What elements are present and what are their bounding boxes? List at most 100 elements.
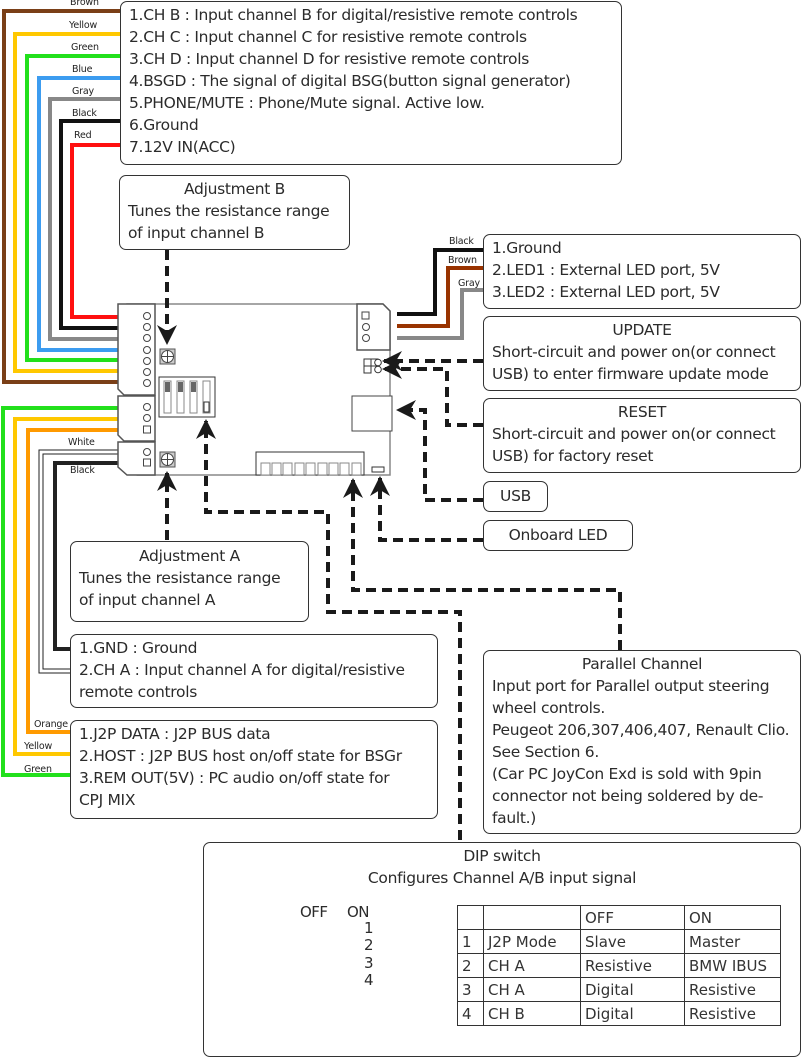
onboard-led <box>371 466 385 473</box>
dip-table-row: 4 CH B Digital Resistive <box>457 1001 781 1026</box>
dip-table-row: 3 CH A Digital Resistive <box>457 977 781 1002</box>
main-connector-line-7: 7.12V IN(ACC) <box>129 138 236 156</box>
dip-table-cell: Resistive <box>684 1001 781 1026</box>
parallel-line-3: Peugeot 206,307,406,407, Renault Clio. <box>492 721 790 739</box>
channel-a-line-2: 2.CH A : Input channel A for digital/res… <box>79 661 405 679</box>
wire-label-led-black: Black <box>449 236 474 247</box>
dip-switch-title: DIP switch <box>463 847 541 865</box>
dip-table-cell: J2P Mode <box>483 929 581 954</box>
dip-table-cell: 1 <box>457 929 484 954</box>
j2p-connector-box: 1.J2P DATA : J2P BUS data 2.HOST : J2P B… <box>70 720 438 819</box>
reset-box: RESET Short-circuit and power on(or conn… <box>483 398 801 473</box>
parallel-channel-box: Parallel Channel Input port for Parallel… <box>483 650 801 834</box>
main-connector-line-5: 5.PHONE/MUTE : Phone/Mute signal. Active… <box>129 94 485 112</box>
wire-label-red: Red <box>74 130 92 141</box>
led-connector-line-3: 3.LED2 : External LED port, 5V <box>492 283 720 301</box>
parallel-header <box>255 451 365 476</box>
leader-reset <box>382 359 483 427</box>
wire-label-orange: Orange <box>34 719 68 730</box>
main-connector-line-6: 6.Ground <box>129 116 199 134</box>
dip-table-cell: Digital <box>580 977 685 1002</box>
dip-table-cell: CH A <box>483 977 581 1002</box>
usb-label: USB <box>500 487 531 505</box>
adjustment-a-box: Adjustment A Tunes the resistance range … <box>70 541 309 622</box>
adjustment-b-title: Adjustment B <box>184 180 285 198</box>
usb-box: USB <box>483 481 548 512</box>
dip-switch-numbers: 1 2 3 4 <box>364 919 374 989</box>
dip-switch-number-4: 4 <box>364 970 374 989</box>
channel-a-connector-box: 1.GND : Ground 2.CH A : Input channel A … <box>70 634 438 708</box>
main-connector-box: 1.CH B : Input channel B for digital/res… <box>120 1 622 165</box>
update-box: UPDATE Short-circuit and power on(or con… <box>483 316 801 391</box>
dip-table-cell: Slave <box>580 929 685 954</box>
adjustment-b-box: Adjustment B Tunes the resistance range … <box>119 175 350 250</box>
dip-table-cell: Resistive <box>580 953 685 978</box>
adjustment-a-title: Adjustment A <box>139 547 240 565</box>
adjustment-b-line-2: of input channel B <box>128 224 265 242</box>
reset-title: RESET <box>617 403 667 421</box>
parallel-line-7: fault.) <box>492 809 537 827</box>
main-connector-line-3: 3.CH D : Input channel D for resistive r… <box>129 50 529 68</box>
dip-table-header-cell: ON <box>684 905 781 930</box>
wire-label-led-brown: Brown <box>448 255 477 266</box>
dip-switch-subtitle: Configures Channel A/B input signal <box>367 869 637 887</box>
led-connector-line-2: 2.LED1 : External LED port, 5V <box>492 261 720 279</box>
dip-table-cell: Resistive <box>684 977 781 1002</box>
dip-table-header-cell <box>483 905 581 930</box>
main-connector-line-1: 1.CH B : Input channel B for digital/res… <box>129 6 578 24</box>
parallel-line-5: (Car PC JoyCon Exd is sold with 9pin <box>492 765 762 783</box>
led-connector-line-1: 1.Ground <box>492 239 562 257</box>
dip-table-row: 2 CH A Resistive BMW IBUS <box>457 953 781 978</box>
dip-switch-number-1: 1 <box>364 919 374 937</box>
main-connector-line-2: 2.CH C : Input channel C for resistive r… <box>129 28 527 46</box>
dip-table-row: 1 J2P Mode Slave Master <box>457 929 781 954</box>
j2p-line-1: 1.J2P DATA : J2P BUS data <box>79 725 271 743</box>
wire-red <box>70 143 122 319</box>
j2p-line-3: 3.REM OUT(5V) : PC audio on/off state fo… <box>79 769 390 787</box>
adjustment-b-pot <box>159 348 176 365</box>
channel-a-line-3: remote controls <box>79 683 197 701</box>
wire-label-cha-black: Black <box>70 465 95 476</box>
parallel-line-2: wheel controls. <box>492 699 606 717</box>
main-connector-wires <box>2 9 122 384</box>
dip-table-cell: 3 <box>457 977 484 1002</box>
led-header <box>356 303 391 351</box>
wire-label-j2p-yellow: Yellow <box>24 741 53 752</box>
wire-green <box>25 54 122 362</box>
dip-table-cell: 2 <box>457 953 484 978</box>
parallel-line-1: Input port for Parallel output steering <box>492 677 770 695</box>
update-line-1: Short-circuit and power on(or connect <box>492 343 776 361</box>
j2p-line-2: 2.HOST : J2P BUS host on/off state for B… <box>79 747 402 765</box>
leader-usb <box>396 400 483 502</box>
wire-label-led-gray: Gray <box>458 278 480 289</box>
dip-table-header-cell <box>457 905 484 930</box>
wire-label-brown: Brown <box>70 0 99 8</box>
onboard-led-label: Onboard LED <box>508 526 608 544</box>
dip-switch-number-2: 2 <box>364 936 374 955</box>
dip-table-header: OFF ON <box>457 905 781 930</box>
adjustment-b-line-1: Tunes the resistance range <box>128 202 330 220</box>
wire-label-blue: Blue <box>72 64 93 75</box>
dip-table-header-cell: OFF <box>580 905 685 930</box>
wire-label-black: Black <box>72 108 97 119</box>
wire-label-white: White <box>68 437 95 448</box>
channel-a-line-1: 1.GND : Ground <box>79 639 198 657</box>
dip-switch-number-3: 3 <box>364 953 374 972</box>
reset-line-1: Short-circuit and power on(or connect <box>492 425 776 443</box>
parallel-line-4: See Section 6. <box>492 743 599 761</box>
wire-label-green: Green <box>71 42 99 53</box>
leader-onboard-led <box>370 476 483 542</box>
reset-line-2: USB) for factory reset <box>492 447 654 465</box>
onboard-led-box: Onboard LED <box>483 520 633 551</box>
dip-table-cell: Digital <box>580 1001 685 1026</box>
update-title: UPDATE <box>612 321 672 339</box>
adjustment-a-line-1: Tunes the resistance range <box>79 569 281 587</box>
led-connector-box: 1.Ground 2.LED1 : External LED port, 5V … <box>483 234 801 309</box>
adjustment-a-pot <box>159 451 176 468</box>
parallel-line-6: connector not being soldered by de- <box>492 787 764 805</box>
wire-label-gray: Gray <box>72 86 94 97</box>
dip-switch-table: OFF ON 1 J2P Mode Slave Master 2 CH A Re… <box>457 905 781 1026</box>
adjustment-a-line-2: of input channel A <box>79 591 216 609</box>
board-dip-switch <box>158 376 216 418</box>
update-line-2: USB) to enter firmware update mode <box>492 365 769 383</box>
